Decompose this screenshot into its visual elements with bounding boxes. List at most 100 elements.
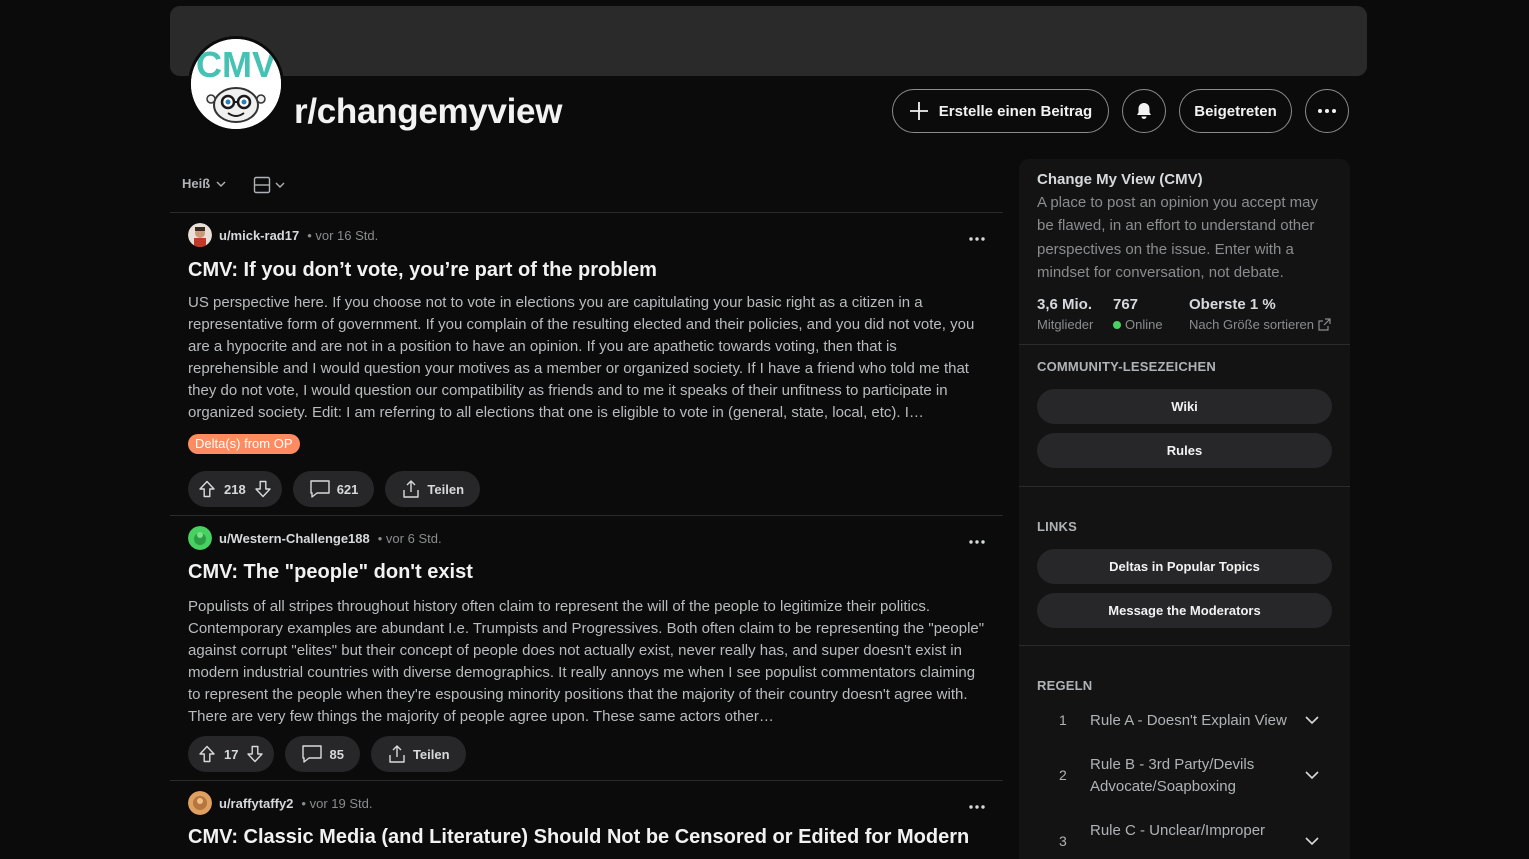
bookmark-wiki-button[interactable]: Wiki	[1037, 389, 1332, 424]
stat-label: Mitglieder	[1037, 317, 1094, 332]
joined-button[interactable]: Beigetreten	[1179, 89, 1292, 133]
svg-text:CMV: CMV	[196, 44, 276, 85]
stat-label-row: Nach Größe sortieren	[1189, 317, 1331, 332]
post-more-button[interactable]	[969, 225, 985, 246]
subreddit-banner	[170, 6, 1367, 76]
cmv-logo-icon: CMV	[191, 39, 281, 129]
post-author[interactable]: u/raffytaffy2	[219, 796, 293, 811]
post-author[interactable]: u/mick-rad17	[219, 228, 299, 243]
chevron-down-icon	[1305, 837, 1319, 846]
ellipsis-icon	[969, 237, 985, 241]
stat-rank[interactable]: Oberste 1 % Nach Größe sortieren	[1189, 296, 1331, 332]
sidebar-divider	[1019, 344, 1350, 345]
more-options-button[interactable]	[1305, 89, 1349, 133]
stat-members: 3,6 Mio. Mitglieder	[1037, 296, 1093, 332]
post-card[interactable]: u/mick-rad17 • vor 16 Std. CMV: If you d…	[170, 222, 1003, 512]
post-time: • vor 6 Std.	[377, 530, 442, 546]
post-title[interactable]: CMV: The "people" don't exist	[188, 561, 473, 584]
rule-text: Rule B - 3rd Party/Devils Advocate/Soapb…	[1090, 756, 1255, 795]
downvote-icon[interactable]	[254, 480, 272, 498]
rule-item[interactable]: 3 Rule C - Unclear/Improper	[1037, 819, 1332, 849]
share-button[interactable]: Teilen	[370, 736, 466, 772]
rule-item[interactable]: 1 Rule A - Doesn't Explain View	[1037, 709, 1332, 733]
post-body[interactable]: Populists of all stripes throughout hist…	[188, 596, 988, 728]
vote-pill: 218	[188, 471, 282, 507]
ellipsis-icon	[969, 805, 985, 809]
post-card[interactable]: u/raffytaffy2 • vor 19 Std. CMV: Classic…	[170, 790, 1003, 847]
post-more-button[interactable]	[969, 528, 985, 549]
post-title[interactable]: CMV: Classic Media (and Literature) Shou…	[188, 826, 969, 847]
external-link-icon	[1318, 318, 1331, 331]
chevron-down-icon	[1305, 716, 1319, 725]
post-actions: 218 621 Teilen	[188, 471, 481, 507]
bookmarks-heading: COMMUNITY-LESEZEICHEN	[1037, 359, 1216, 374]
comment-icon	[310, 480, 330, 498]
create-post-button[interactable]: Erstelle einen Beitrag	[892, 89, 1109, 133]
vote-count: 218	[224, 481, 246, 497]
stat-value: Oberste 1 %	[1189, 296, 1276, 313]
sidebar-divider	[1019, 645, 1350, 646]
sort-dropdown[interactable]: Heiß	[182, 176, 226, 191]
upvote-icon[interactable]	[198, 480, 216, 498]
community-description: A place to post an opinion you accept ma…	[1037, 194, 1319, 281]
stat-label: Nach Größe sortieren	[1189, 317, 1314, 332]
comments-button[interactable]: 621	[292, 471, 375, 507]
downvote-icon[interactable]	[246, 745, 264, 763]
sort-label: Heiß	[182, 176, 211, 191]
feed-divider	[170, 212, 1003, 213]
chevron-down-icon	[275, 182, 285, 188]
vote-pill: 17	[188, 736, 275, 772]
community-title: Change My View (CMV)	[1037, 171, 1203, 188]
post-meta: u/raffytaffy2 • vor 19 Std.	[188, 790, 372, 816]
community-sidebar: Change My View (CMV) A place to post an …	[1019, 159, 1350, 859]
link-message-mods-button[interactable]: Message the Moderators	[1037, 593, 1332, 628]
post-body[interactable]: US perspective here. If you choose not t…	[188, 292, 988, 424]
rule-number: 1	[1059, 712, 1067, 728]
user-avatar[interactable]	[188, 526, 212, 550]
post-flair[interactable]: Delta(s) from OP	[188, 434, 300, 454]
stat-value: 767	[1113, 296, 1139, 313]
post-more-button[interactable]	[969, 793, 985, 814]
post-title[interactable]: CMV: If you don’t vote, you’re part of t…	[188, 259, 657, 282]
chevron-down-icon	[216, 181, 226, 187]
post-time: • vor 19 Std.	[301, 795, 373, 811]
post-author[interactable]: u/Western-Challenge188	[219, 531, 370, 546]
notification-button[interactable]	[1122, 89, 1166, 133]
view-mode-dropdown[interactable]	[253, 176, 285, 194]
feed-controls: Heiß	[170, 170, 1003, 202]
stat-online: 767 Online	[1113, 296, 1163, 332]
chevron-down-icon	[1305, 771, 1319, 780]
subreddit-name: r/changemyview	[294, 92, 563, 131]
bookmark-rules-button[interactable]: Rules	[1037, 433, 1332, 468]
rules-heading: REGELN	[1037, 678, 1093, 693]
rule-text: Rule C - Unclear/Improper	[1090, 822, 1266, 839]
rule-item[interactable]: 2 Rule B - 3rd Party/Devils Advocate/Soa…	[1037, 753, 1332, 799]
comment-count: 621	[336, 481, 359, 497]
subreddit-avatar[interactable]: CMV	[188, 36, 284, 132]
upvote-icon[interactable]	[198, 745, 216, 763]
user-avatar[interactable]	[188, 791, 212, 815]
post-divider	[170, 515, 1003, 516]
comment-count: 85	[329, 746, 344, 762]
bell-icon	[1137, 103, 1151, 119]
vote-count: 17	[224, 746, 239, 762]
share-label: Teilen	[427, 481, 465, 497]
create-post-label: Erstelle einen Beitrag	[938, 102, 1093, 120]
rule-number: 2	[1059, 767, 1067, 783]
link-deltas-button[interactable]: Deltas in Popular Topics	[1037, 549, 1332, 584]
comments-button[interactable]: 85	[285, 736, 360, 772]
rule-text: Rule A - Doesn't Explain View	[1090, 712, 1287, 729]
post-time: • vor 16 Std.	[307, 227, 379, 243]
share-icon	[403, 480, 420, 498]
share-button[interactable]: Teilen	[385, 471, 481, 507]
online-dot-icon	[1113, 320, 1121, 329]
comment-icon	[302, 745, 323, 763]
ellipsis-icon	[1318, 109, 1336, 113]
share-label: Teilen	[412, 746, 450, 762]
post-card[interactable]: u/Western-Challenge188 • vor 6 Std. CMV:…	[170, 525, 1003, 777]
stat-value: 3,6 Mio.	[1037, 296, 1093, 313]
user-avatar[interactable]	[188, 223, 212, 247]
post-divider	[170, 780, 1003, 781]
stat-label-row: Online	[1113, 317, 1163, 332]
joined-label: Beigetreten	[1194, 102, 1277, 120]
